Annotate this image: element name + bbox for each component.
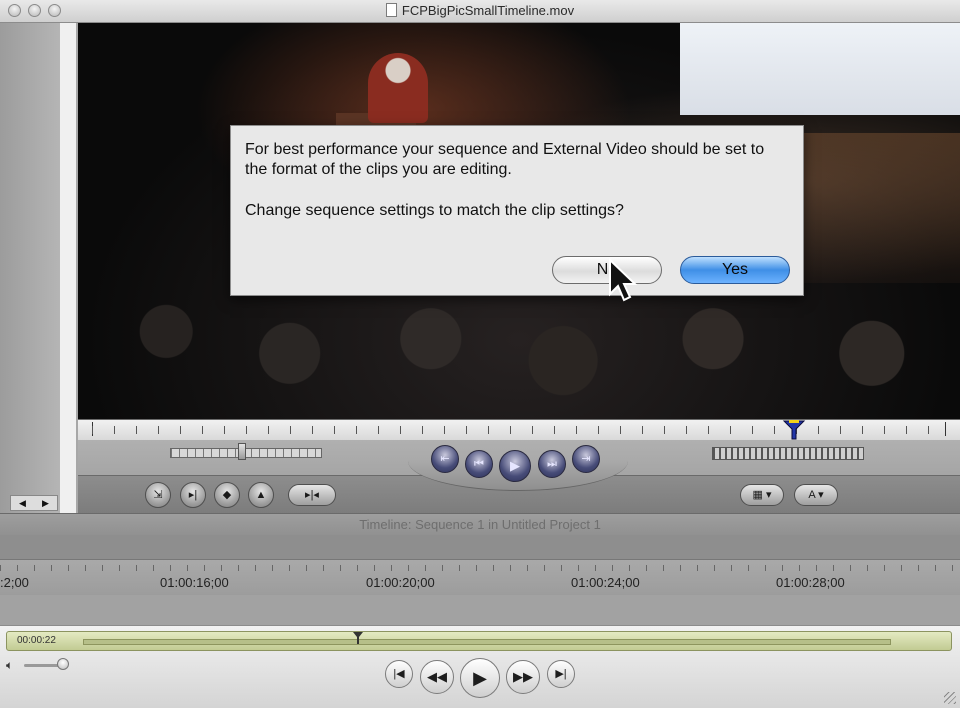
dialog-message-primary: For best performance your sequence and E… — [245, 141, 765, 178]
shuttle-slider[interactable] — [170, 448, 322, 458]
skip-forward-button[interactable]: ▶| — [547, 660, 575, 688]
rewind-button[interactable]: ◀◀ — [420, 660, 454, 694]
generator-popup[interactable]: A ▾ — [794, 484, 838, 506]
timeline-ruler-label: 01:00:24;00 — [571, 575, 640, 590]
play-button[interactable]: ▶ — [460, 658, 500, 698]
volume-slider-knob[interactable] — [57, 658, 69, 670]
scrubber-playhead-icon[interactable] — [352, 632, 363, 644]
mark-in-icon: ▸| — [188, 489, 198, 501]
next-edit-icon: ⇥ — [581, 453, 591, 465]
view-options-popup[interactable]: ▦ ▾ — [740, 484, 784, 506]
projection-screen — [680, 23, 960, 115]
dialog-message-question: Change sequence settings to match the cl… — [245, 202, 624, 219]
browser-pane-edge — [0, 23, 78, 513]
fast-forward-button[interactable]: ▶▶ — [506, 660, 540, 694]
keyframe-icon: ▲ — [255, 489, 267, 501]
fast-forward-icon: ▶▶ — [513, 669, 533, 684]
window-title-bar: FCPBigPicSmallTimeline.mov — [0, 0, 960, 23]
timeline-ruler-label: 01:00:28;00 — [776, 575, 845, 590]
timeline-title: Timeline: Sequence 1 in Untitled Project… — [359, 517, 601, 532]
shuttle-slider-knob[interactable] — [238, 443, 246, 460]
go-to-next-edit-button[interactable]: ⇥ — [572, 445, 600, 473]
speaker-icon[interactable]: 🔈︎ — [6, 658, 13, 673]
go-to-previous-edit-button[interactable]: ⇤ — [431, 445, 459, 473]
add-keyframe-button[interactable]: ▲ — [248, 482, 274, 508]
yes-button[interactable]: Yes — [680, 256, 790, 284]
current-time-display: 00:00:22 — [17, 635, 56, 646]
sequence-settings-dialog: For best performance your sequence and E… — [230, 125, 804, 296]
resize-grip-icon[interactable] — [944, 692, 956, 704]
viewer-play-icon: ▶ — [510, 458, 520, 473]
text-generator-icon: A ▾ — [808, 489, 824, 501]
timeline-ruler-label: 01:00:20;00 — [366, 575, 435, 590]
mark-in-button[interactable]: ▸| — [180, 482, 206, 508]
playhead-icon[interactable] — [782, 420, 806, 440]
skip-forward-icon: ▶| — [555, 668, 567, 680]
play-in-out-icon: ⏮ — [474, 458, 484, 470]
previous-edit-icon: ⇤ — [440, 453, 450, 465]
timeline-ruler[interactable]: :2;00 01:00:16;00 01:00:20;00 01:00:24;0… — [0, 559, 960, 596]
timeline-tracks — [0, 595, 960, 625]
dialog-message: For best performance your sequence and E… — [245, 140, 785, 221]
marker-icon: ◆ — [222, 489, 232, 501]
no-button[interactable]: No — [552, 256, 662, 284]
skip-back-icon: |◀ — [393, 668, 405, 680]
jog-control[interactable] — [712, 447, 864, 460]
timeline-toolbar — [0, 535, 960, 559]
match-frame-icon: ⇲ — [153, 489, 163, 501]
timeline-ruler-label: :2;00 — [0, 575, 29, 590]
window-title: FCPBigPicSmallTimeline.mov — [401, 3, 575, 18]
movie-scrubber[interactable]: 00:00:22 — [6, 631, 952, 651]
play-around-current-button[interactable]: ⏭ — [538, 450, 566, 478]
mark-in-out-icon: ▸|◂ — [305, 489, 319, 501]
quicktime-controller: 00:00:22 🔈︎ |◀ ◀◀ ▶ ▶▶ ▶| — [0, 625, 960, 708]
scrubber-track[interactable] — [83, 639, 891, 645]
scroll-right-icon[interactable]: ▶ — [34, 496, 57, 510]
mouse-cursor-icon — [609, 257, 638, 302]
viewer-transport-controls: ⇤ ⏮ ▶ ⏭ ⇥ ⇲ ▸| ◆ ▲ ▸|◂ ▦ ▾ A ▾ — [78, 440, 960, 514]
match-frame-button[interactable]: ⇲ — [145, 482, 171, 508]
viewer-play-button[interactable]: ▶ — [499, 450, 531, 482]
play-around-icon: ⏭ — [547, 458, 557, 470]
scroll-arrows[interactable]: ◀ ▶ — [10, 495, 58, 511]
play-icon: ▶ — [473, 668, 487, 688]
viewer-scrubber-bar[interactable] — [78, 419, 960, 441]
timeline-ruler-label: 01:00:16;00 — [160, 575, 229, 590]
play-in-to-out-button[interactable]: ⏮ — [465, 450, 493, 478]
skip-back-button[interactable]: |◀ — [385, 660, 413, 688]
document-icon — [385, 3, 397, 17]
rewind-icon: ◀◀ — [427, 669, 447, 684]
add-marker-button[interactable]: ◆ — [214, 482, 240, 508]
speaker-figure — [368, 53, 428, 123]
grid-menu-icon: ▦ ▾ — [752, 489, 772, 501]
timeline-title-bar: Timeline: Sequence 1 in Untitled Project… — [0, 513, 960, 536]
mark-in-out-buttons[interactable]: ▸|◂ — [288, 484, 336, 506]
scroll-left-icon[interactable]: ◀ — [11, 496, 34, 510]
